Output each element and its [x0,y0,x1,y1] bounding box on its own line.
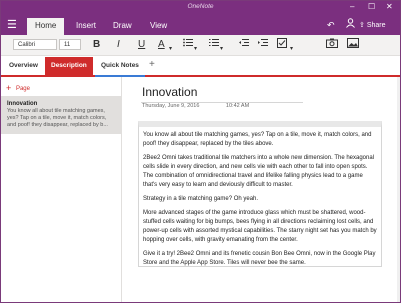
todo-checkbox-icon[interactable] [277,38,287,53]
numbered-list-icon[interactable] [209,38,219,52]
font-name-input[interactable]: Calibri [13,39,57,50]
add-page-button[interactable]: + Page [6,83,30,93]
close-button[interactable]: ✕ [386,2,393,12]
page-date: Thursday, June 9, 2016 [142,103,200,109]
page-item-preview: You know all about tile matching games, … [7,108,108,128]
tab-view[interactable]: View [142,18,175,35]
plus-icon: + [6,83,12,93]
chevron-down-icon[interactable]: ▾ [290,42,293,56]
picture-icon[interactable] [347,38,359,53]
hamburger-menu-icon[interactable]: ☰ [7,19,17,31]
page-item-title: Innovation [7,101,38,107]
page-time: 10:42 AM [225,103,250,109]
page-title[interactable]: Innovation [142,85,197,99]
share-label: Share [366,22,386,29]
undo-icon[interactable]: ↶ [327,18,335,32]
section-tab-quick-notes[interactable]: Quick Notes [95,57,145,77]
share-icon: ⇪ [359,22,365,29]
app-title: OneNote [187,3,214,10]
italic-button[interactable]: I [117,38,120,52]
section-tab-overview[interactable]: Overview [3,57,44,75]
note-paragraph: 2Bee2 Omni takes traditional tile matche… [143,155,375,188]
bold-button[interactable]: B [93,38,100,52]
bulleted-list-icon[interactable] [183,38,193,52]
section-tabs: Overview Description Quick Notes + [1,57,400,77]
page-list-item[interactable]: Innovation You know all about tile match… [1,96,121,134]
ribbon-tabs: ☰ Home Insert Draw View ↶ ⇪ Share [1,15,400,35]
share-button[interactable]: ⇪ Share [359,19,386,33]
note-paragraph: More advanced stages of the game introdu… [143,210,377,243]
chevron-down-icon[interactable]: ▾ [169,42,172,56]
note-paragraph: Strategy in a tile matching game? Oh yea… [143,196,259,202]
font-size-input[interactable]: 11 [59,39,81,50]
maximize-button[interactable]: ☐ [368,2,375,12]
formatting-toolbar: Calibri 11 B I U A ▾ ▾ ▾ ▾ [1,35,400,56]
title-bar: OneNote – ☐ ✕ [1,1,400,15]
add-section-icon[interactable]: + [149,58,155,72]
account-icon[interactable] [346,18,355,32]
add-page-label: Page [15,86,30,92]
onenote-window: OneNote – ☐ ✕ ☰ Home Insert Draw View ↶ … [0,0,401,303]
page-list-pane: + Page Innovation You know all about til… [1,77,122,302]
tab-draw[interactable]: Draw [105,18,140,35]
page-datetime: Thursday, June 9, 2016 10:42 AM [142,103,274,109]
page-canvas[interactable]: Innovation Thursday, June 9, 2016 10:42 … [122,77,400,302]
section-tab-description[interactable]: Description [45,57,93,75]
font-color-button[interactable]: A [158,38,165,52]
note-paragraph: You know all about tile matching games, … [143,132,372,147]
tab-insert[interactable]: Insert [68,18,104,35]
tab-home[interactable]: Home [27,18,65,35]
camera-icon[interactable] [326,38,338,53]
minimize-button[interactable]: – [350,2,354,12]
decrease-indent-icon[interactable] [239,38,249,52]
chevron-down-icon[interactable]: ▾ [220,42,223,56]
increase-indent-icon[interactable] [258,38,268,52]
note-paragraph: Give it a try! 2Bee2 Omni and its frenet… [143,251,376,266]
underline-button[interactable]: U [138,38,145,52]
note-container[interactable]: You know all about tile matching games, … [138,121,382,267]
vertical-scrollbar[interactable] [397,77,400,302]
chevron-down-icon[interactable]: ▾ [194,42,197,56]
